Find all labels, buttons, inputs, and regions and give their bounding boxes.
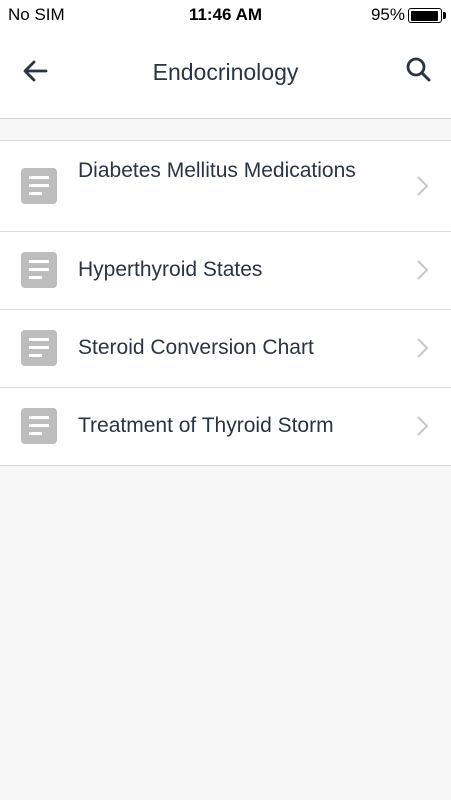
battery-fill: [410, 10, 439, 21]
list-item[interactable]: Diabetes Mellitus Medications: [0, 141, 451, 231]
battery-tip: [443, 12, 446, 19]
chevron-right-icon: [417, 338, 429, 358]
list-item-label: Diabetes Mellitus Medications: [78, 159, 356, 182]
document-icon: [21, 408, 57, 444]
document-icon: [21, 330, 57, 366]
search-button[interactable]: [403, 54, 435, 86]
battery-icon: [408, 8, 442, 23]
list-divider: [0, 309, 451, 310]
chevron-right-icon: [417, 176, 429, 196]
document-icon: [21, 252, 57, 288]
document-icon: [21, 168, 57, 204]
list-item-label: Hyperthyroid States: [78, 258, 263, 281]
list-item-label: Steroid Conversion Chart: [78, 336, 314, 359]
chevron-right-icon: [417, 416, 429, 436]
list-divider: [0, 231, 451, 232]
topic-list: Diabetes Mellitus Medications Hyperthyro…: [0, 140, 451, 466]
list-item[interactable]: Treatment of Thyroid Storm: [0, 387, 451, 465]
nav-bar: Endocrinology: [0, 32, 451, 119]
back-button[interactable]: [18, 54, 54, 90]
battery-percent: 95%: [370, 5, 405, 24]
screen: No SIM 11:46 AM 95% Endocrinology Diabet…: [0, 0, 451, 800]
chevron-right-icon: [417, 260, 429, 280]
search-icon: [406, 57, 431, 82]
list-divider: [0, 387, 451, 388]
arrow-left-icon: [23, 60, 48, 82]
page-title: Endocrinology: [152, 59, 299, 85]
list-item[interactable]: Steroid Conversion Chart: [0, 309, 451, 387]
list-item-label: Treatment of Thyroid Storm: [78, 414, 334, 437]
status-bar: No SIM 11:46 AM 95%: [0, 0, 451, 32]
list-item[interactable]: Hyperthyroid States: [0, 231, 451, 309]
